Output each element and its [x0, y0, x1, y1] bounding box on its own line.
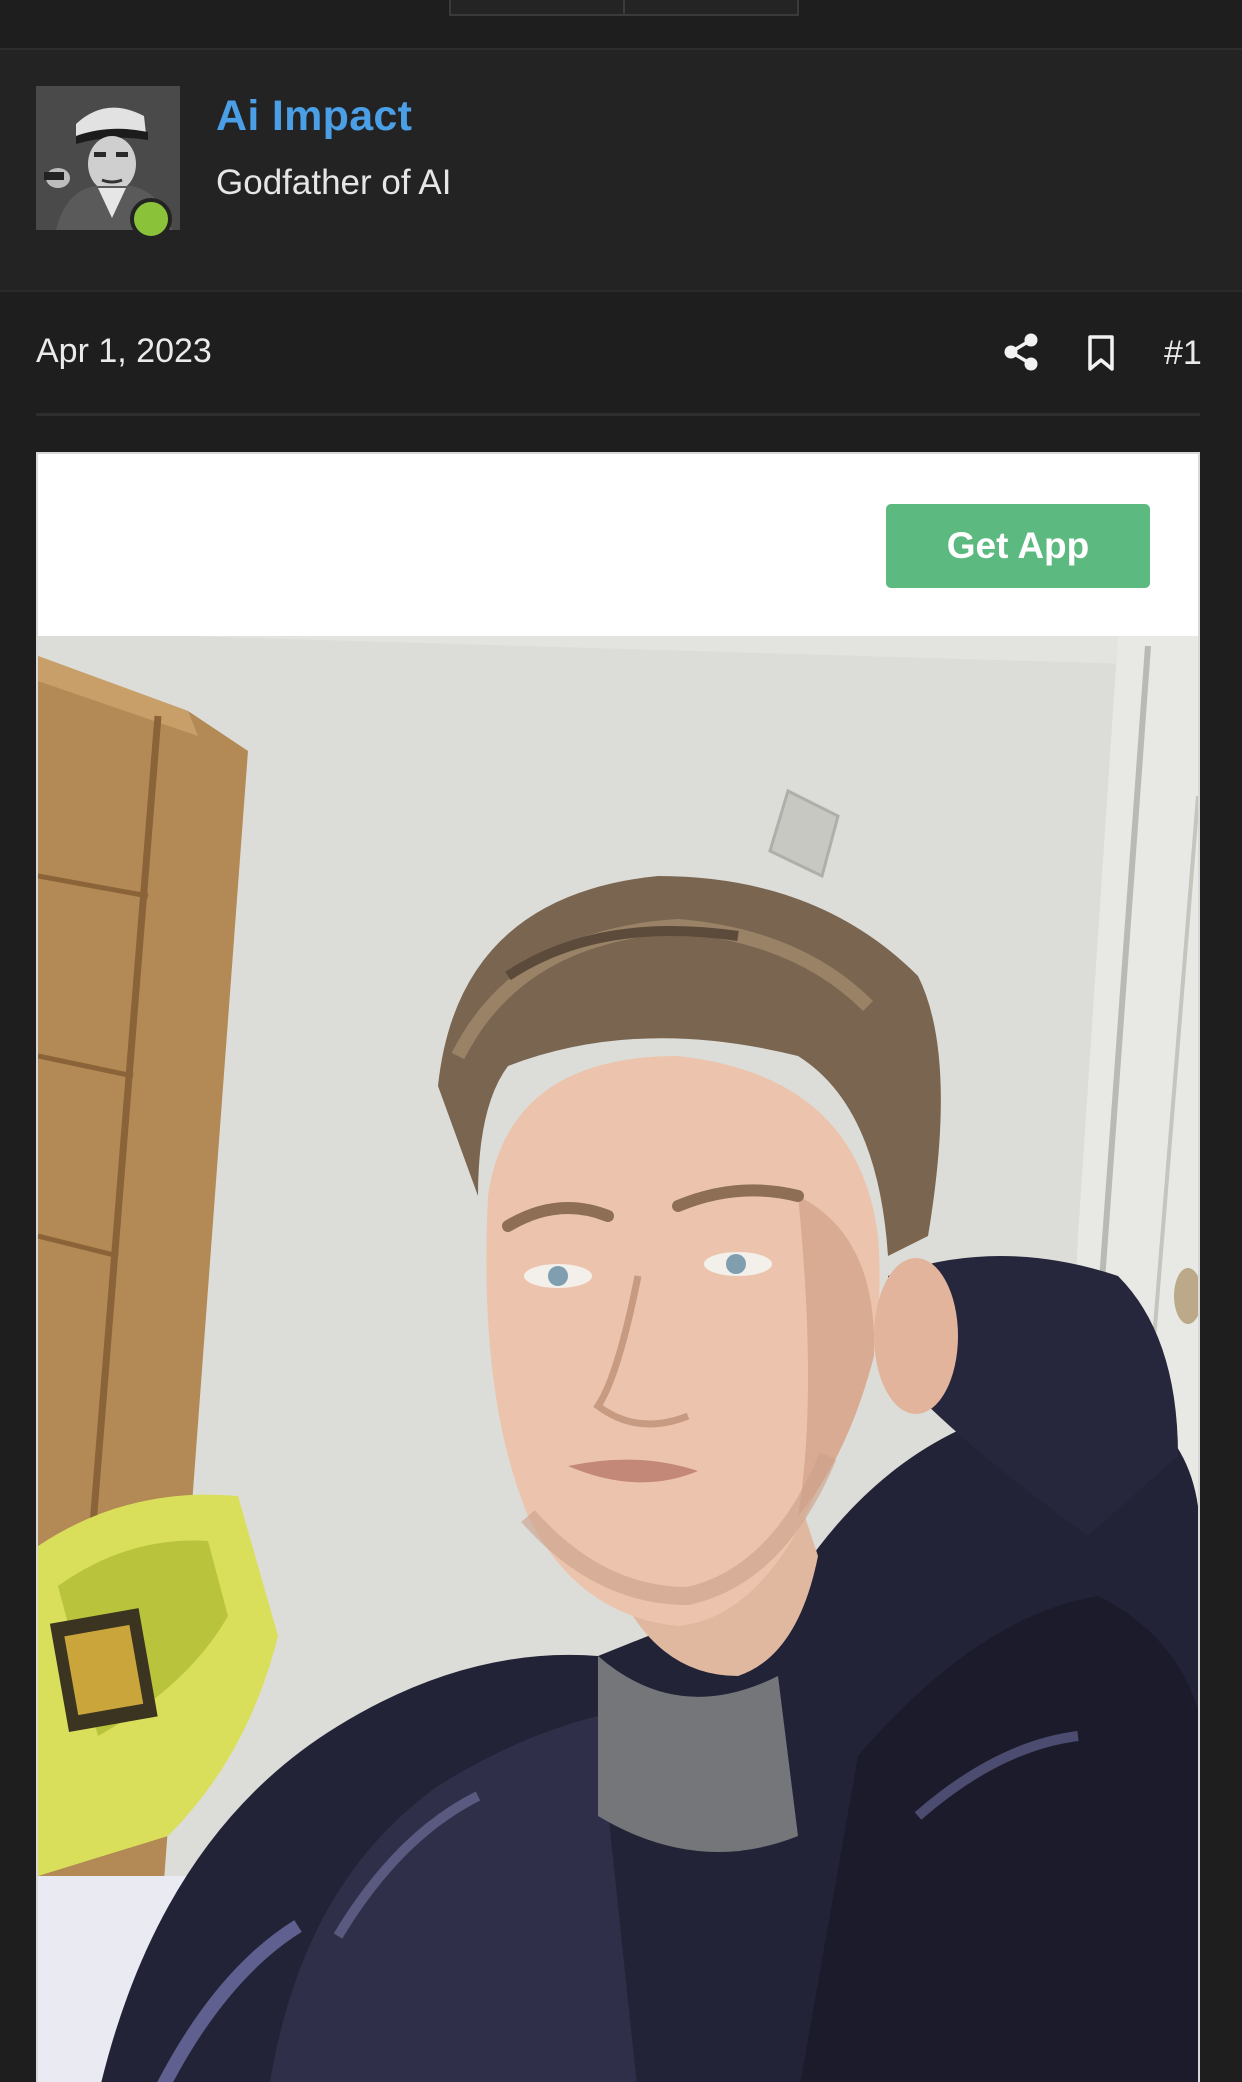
embed-card: Get App	[36, 452, 1200, 2082]
divider	[0, 290, 1242, 292]
post-date[interactable]: Apr 1, 2023	[36, 332, 212, 371]
username-link[interactable]: Ai Impact	[216, 92, 412, 141]
user-title: Godfather of AI	[216, 163, 452, 202]
top-tab-strip	[449, 0, 799, 16]
get-app-button[interactable]: Get App	[886, 504, 1150, 588]
top-tab-2[interactable]	[623, 0, 797, 14]
thread-page: Ai Impact Godfather of AI Apr 1, 2023 #1…	[0, 0, 1242, 2082]
embedded-photo[interactable]	[38, 636, 1198, 2082]
post-number-link[interactable]: #1	[1164, 334, 1202, 373]
selfie-image	[38, 636, 1198, 2082]
online-status-dot	[130, 198, 172, 240]
post-user-header: Ai Impact Godfather of AI	[0, 50, 1242, 341]
bookmark-icon[interactable]	[1086, 334, 1116, 372]
share-icon[interactable]	[1003, 333, 1039, 371]
divider	[36, 413, 1200, 416]
top-tab-1[interactable]	[451, 0, 623, 14]
